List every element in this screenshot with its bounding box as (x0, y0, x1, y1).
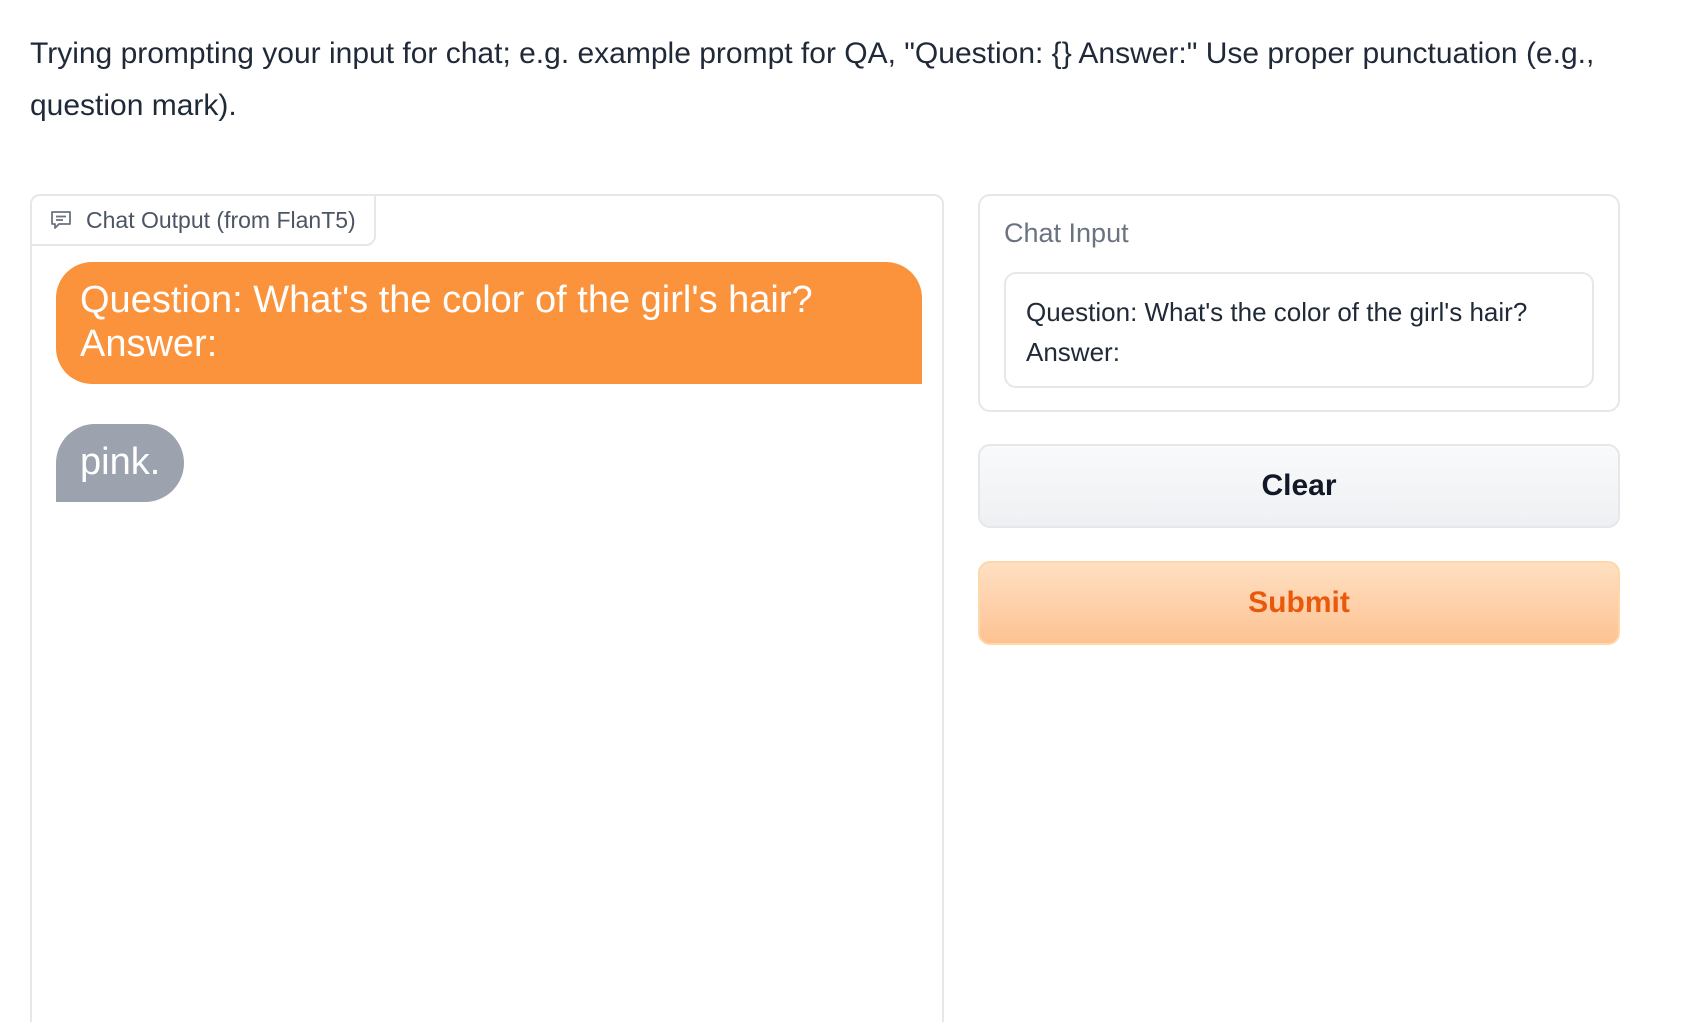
chat-output-panel: Chat Output (from FlanT5) Question: What… (30, 194, 944, 1022)
chat-output-label-text: Chat Output (from FlanT5) (86, 206, 356, 233)
chat-output-label: Chat Output (from FlanT5) (30, 194, 376, 246)
clear-button[interactable]: Clear (978, 444, 1620, 528)
user-message: Question: What's the color of the girl's… (56, 262, 922, 384)
chat-input-panel: Chat Input Question: What's the color of… (978, 194, 1620, 412)
submit-button[interactable]: Submit (978, 561, 1620, 645)
chat-input-field[interactable]: Question: What's the color of the girl's… (1004, 272, 1594, 388)
app-page: Trying prompting your input for chat; e.… (0, 0, 1684, 1022)
bot-message: pink. (56, 424, 185, 502)
chat-bubble-icon (50, 210, 72, 230)
chat-input-label: Chat Input (1004, 218, 1129, 248)
instructions-text: Trying prompting your input for chat; e.… (30, 37, 1595, 122)
